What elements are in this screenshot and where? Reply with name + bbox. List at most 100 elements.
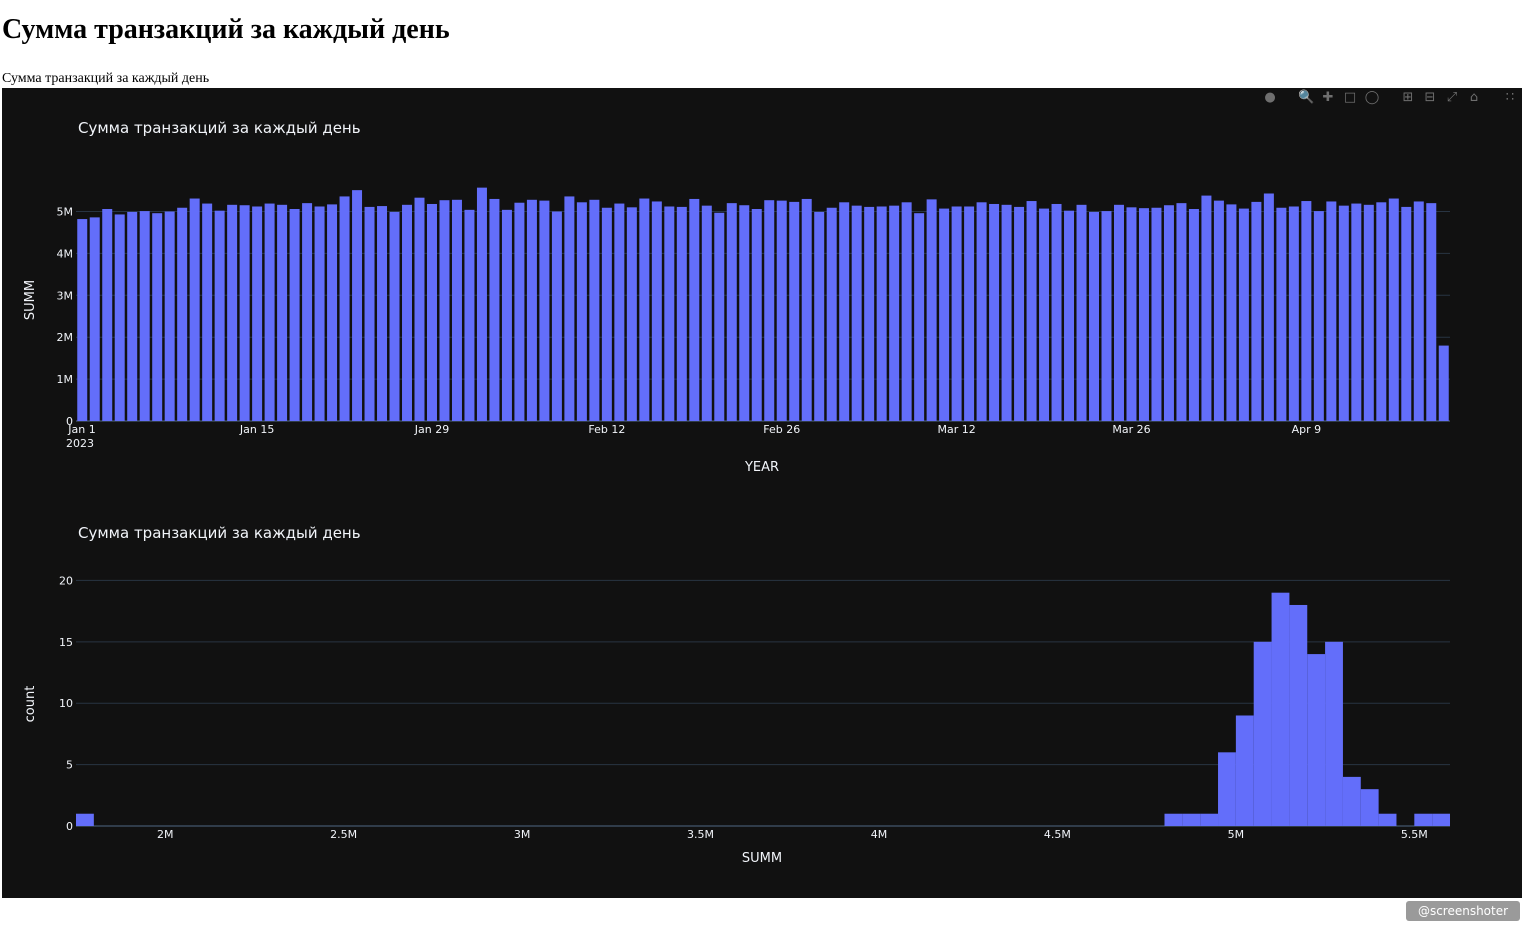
chart1-bar [839, 202, 850, 421]
chart1-bar [1338, 205, 1349, 421]
chart1-bar [864, 206, 875, 421]
chart1-bar [1426, 203, 1437, 421]
chart1-x-tick-label: Apr 9 [1292, 423, 1322, 436]
chart1-bar [451, 199, 462, 421]
chart1-bar [601, 207, 612, 421]
chart1-bar [1301, 201, 1312, 421]
chart2-x-tick-label: 3M [514, 828, 531, 841]
chart1-x-tick-label: Jan 1 [67, 423, 95, 436]
chart2-bin [1432, 813, 1450, 826]
chart1-bar [1326, 201, 1337, 421]
chart1-bar [851, 205, 862, 421]
chart1-x-tick-label: Feb 26 [763, 423, 800, 436]
chart2-bin [1164, 813, 1183, 826]
chart2-bin [1360, 789, 1379, 826]
chart1-bar [1413, 201, 1424, 421]
chart2-bin [1342, 776, 1361, 826]
chart1-bar [402, 204, 413, 421]
chart1-bar [339, 196, 350, 421]
chart1-x-tick-label: Feb 12 [588, 423, 625, 436]
chart2-title: Сумма транзакций за каждый день [78, 524, 361, 542]
chart2-x-tick-label: 2.5M [330, 828, 357, 841]
chart1-bar [1039, 208, 1050, 421]
plotly-logo-icon[interactable]: ∷ [1502, 90, 1518, 106]
chart1-bar [89, 217, 100, 421]
chart1-bar [926, 199, 937, 421]
chart1-x-tick-label: Jan 29 [414, 423, 449, 436]
chart1-bar [501, 209, 512, 421]
chart1-bar [1263, 193, 1274, 421]
plot-svg: Сумма транзакций за каждый день SUMM YEA… [23, 119, 1450, 866]
chart1-title: Сумма транзакций за каждый день [78, 119, 361, 137]
chart1-x-axis-label: YEAR [744, 460, 779, 475]
chart1-bar [464, 209, 475, 421]
chart1-bar [1276, 207, 1287, 421]
chart1-bar [327, 204, 338, 421]
chart1-bar [689, 198, 700, 421]
chart2-bars [76, 592, 1450, 826]
chart1-bar [1226, 204, 1237, 421]
lasso-icon[interactable]: ◯ [1364, 90, 1380, 106]
chart1-bar [589, 199, 600, 421]
chart1-y-tick-label: 4M [57, 247, 74, 260]
chart1-bar [1388, 198, 1399, 421]
chart2-y-tick-label: 10 [59, 697, 73, 710]
chart2-y-axis-label: count [23, 686, 38, 723]
pan-icon[interactable]: ✚ [1320, 90, 1336, 106]
chart2-y-tick-label: 5 [66, 759, 73, 772]
chart1-bar [526, 199, 537, 421]
chart1-bar [1251, 201, 1262, 421]
chart1-bar [726, 203, 737, 421]
chart1-bar [1113, 204, 1124, 421]
chart1-bar [227, 204, 238, 421]
chart1-bar [951, 206, 962, 421]
chart2-x-tick-label: 2M [157, 828, 174, 841]
chart2-bin [1378, 813, 1397, 826]
chart1-bar [989, 203, 1000, 421]
chart1-bar [901, 202, 912, 421]
chart1-bar [701, 205, 712, 421]
chart1-bar [1351, 203, 1362, 421]
chart1-bar [414, 197, 425, 421]
chart1-bar [976, 202, 987, 421]
chart1-x-tick-year: 2023 [66, 437, 94, 450]
home-icon[interactable]: ⌂ [1466, 90, 1482, 106]
chart1-bar [1138, 208, 1149, 421]
chart1-bar [551, 211, 562, 421]
chart1-bar [776, 200, 787, 421]
chart1-y-tick-label: 3M [57, 289, 74, 302]
chart1-bar [1363, 204, 1374, 421]
chart1-bar [1001, 204, 1012, 421]
chart1-bar [676, 206, 687, 421]
chart1-bar [139, 211, 150, 421]
chart1-x-tick-label: Mar 12 [937, 423, 975, 436]
chart1-bar [114, 214, 125, 421]
chart1-bar [476, 187, 487, 421]
zoom-in-icon[interactable]: ⊞ [1400, 90, 1416, 106]
chart1-bar [377, 206, 388, 421]
chart1-bar [1176, 203, 1187, 421]
zoom-icon[interactable]: 🔍 [1298, 90, 1314, 106]
chart1-bar [289, 209, 300, 421]
chart1-bar [914, 213, 925, 421]
camera-icon[interactable]: ● [1262, 90, 1278, 106]
plot-container[interactable]: ● 🔍 ✚ □ ◯ ⊞ ⊟ ⤢ ⌂ ∷ Сумма транзакций за … [2, 88, 1522, 898]
chart1-bar [814, 211, 825, 421]
chart2-bin [76, 813, 94, 826]
chart2-y-ticks: 0 5 10 15 20 [59, 574, 73, 833]
chart1-bar [277, 204, 288, 421]
chart2-bin [1271, 592, 1290, 826]
chart1-bar [1288, 206, 1299, 421]
box-select-icon[interactable]: □ [1342, 90, 1358, 106]
chart1-y-tick-label: 1M [57, 373, 74, 386]
modebar: ● 🔍 ✚ □ ◯ ⊞ ⊟ ⤢ ⌂ ∷ [1262, 90, 1518, 106]
chart1-bar [751, 209, 762, 421]
chart1-bar [626, 207, 637, 421]
chart2-x-tick-label: 4.5M [1044, 828, 1071, 841]
chart2-y-tick-label: 15 [59, 636, 73, 649]
chart1-y-axis-label: SUMM [23, 280, 38, 320]
zoom-out-icon[interactable]: ⊟ [1422, 90, 1438, 106]
chart2-bin [1218, 752, 1236, 826]
chart1-bar [1064, 210, 1075, 421]
autoscale-icon[interactable]: ⤢ [1444, 90, 1460, 106]
